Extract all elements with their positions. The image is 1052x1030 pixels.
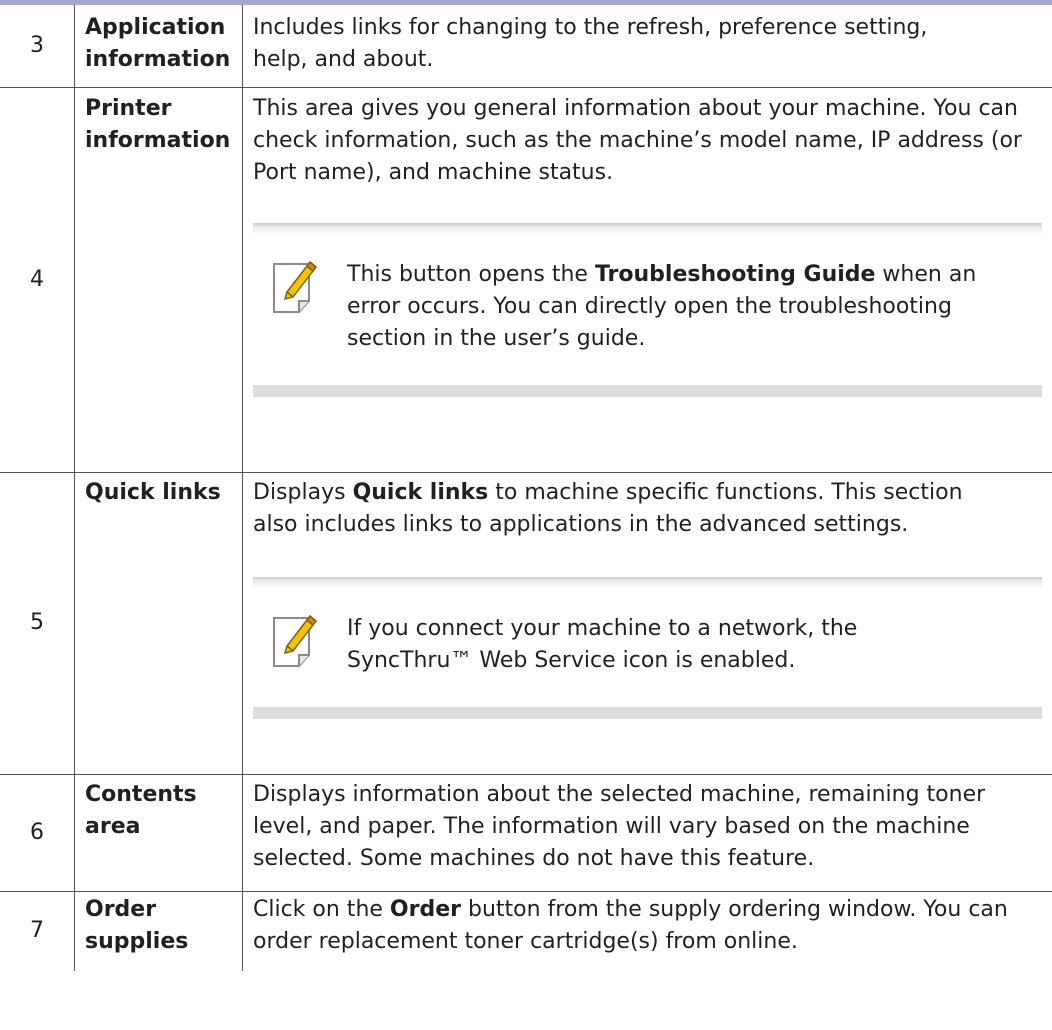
row-description-text: Displays Quick links to machine specific… xyxy=(253,479,963,537)
row-description-text: Click on the Order button from the suppl… xyxy=(253,896,1008,954)
row-number: 4 xyxy=(0,87,75,473)
row-label-line: Contents xyxy=(85,781,197,807)
row-description: Displays Quick links to machine specific… xyxy=(242,472,1052,775)
row-label-line: Quick links xyxy=(85,479,221,505)
row-description-text: Includes links for changing to the refre… xyxy=(253,15,928,72)
row-description: Displays information about the selected … xyxy=(242,774,1052,892)
note-pencil-icon xyxy=(273,614,318,667)
note-text: If you connect your machine to a network… xyxy=(347,615,858,673)
row-number: 7 xyxy=(0,891,75,971)
row-description: This area gives you general information … xyxy=(242,87,1052,473)
row-label-line: supplies xyxy=(85,928,189,954)
note-box: If you connect your machine to a network… xyxy=(253,576,1042,719)
feature-table: 3 Application information Includes links… xyxy=(0,5,1052,971)
row-description: Click on the Order button from the suppl… xyxy=(243,891,1052,971)
row-label-line: Application xyxy=(85,15,226,40)
note-text: This button opens the Troubleshooting Gu… xyxy=(347,261,977,351)
row-label: Application information xyxy=(74,5,243,88)
table-row: 6 Contents area Displays information abo… xyxy=(0,774,1052,892)
row-number: 5 xyxy=(0,472,75,775)
row-description-text: This area gives you general information … xyxy=(253,95,1022,185)
row-label-line: information xyxy=(85,127,231,153)
row-number: 6 xyxy=(0,774,75,892)
table-row: 5 Quick links Displays Quick links to ma… xyxy=(0,472,1052,775)
row-label-line: information xyxy=(85,47,231,72)
row-label: Quick links xyxy=(74,472,243,775)
note-pencil-icon xyxy=(273,260,318,313)
row-label: Contents area xyxy=(74,774,243,892)
row-label: Printer information xyxy=(74,87,243,473)
table-row: 3 Application information Includes links… xyxy=(0,5,1052,88)
row-description: Includes links for changing to the refre… xyxy=(242,5,1052,88)
row-description-text: Displays information about the selected … xyxy=(253,781,986,871)
row-number: 3 xyxy=(0,5,75,88)
note-box: This button opens the Troubleshooting Gu… xyxy=(253,222,1042,397)
row-label: Order supplies xyxy=(74,891,243,971)
row-label-line: area xyxy=(85,813,141,839)
row-label-line: Printer xyxy=(85,95,172,121)
table-row: 7 Order supplies Click on the Order butt… xyxy=(0,891,1052,971)
table-row: 4 Printer information This area gives yo… xyxy=(0,87,1052,473)
row-label-line: Order xyxy=(85,896,157,922)
